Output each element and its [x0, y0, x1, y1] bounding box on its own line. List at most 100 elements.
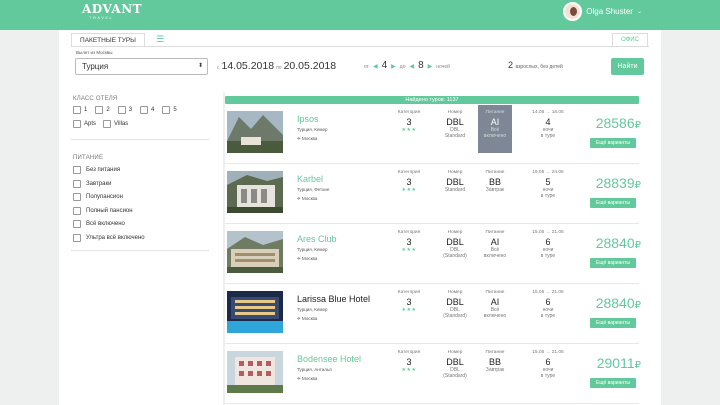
menu-icon[interactable]: ☰: [149, 33, 171, 47]
price: 28839₽: [585, 175, 641, 191]
tourists-selector[interactable]: 2 взрослых, без детей: [508, 60, 563, 70]
more-options-button[interactable]: Ещё варианты: [590, 138, 636, 148]
food-filter[interactable]: Ультра всё включено: [73, 233, 145, 243]
food-column[interactable]: Питание AI Всё включено: [478, 230, 512, 259]
checkbox[interactable]: [95, 106, 104, 114]
food-column[interactable]: Питание BB Завтрак: [478, 170, 512, 193]
more-options-button[interactable]: Ещё варианты: [590, 198, 636, 208]
food-column[interactable]: Питание AI Всё включено: [478, 105, 512, 153]
checkbox[interactable]: [73, 106, 81, 114]
more-options-button[interactable]: Ещё варианты: [590, 318, 636, 328]
tab-office[interactable]: ОФИС: [612, 33, 648, 47]
nights-from-increase-icon[interactable]: ▶: [391, 63, 396, 70]
price-value: 28840: [595, 295, 635, 311]
food-filter[interactable]: Без питания: [73, 166, 145, 175]
price: 28586₽: [585, 115, 641, 131]
star-filter-4[interactable]: 4: [140, 106, 154, 114]
nights-label: в туре: [540, 193, 556, 199]
food-column[interactable]: Питание BB Завтрак: [478, 350, 512, 373]
checkbox[interactable]: [73, 206, 81, 215]
hotel-location: Турция, Кемер: [297, 127, 328, 132]
checkbox[interactable]: [73, 166, 81, 175]
departure-city: ✈ Москва: [297, 376, 318, 381]
avatar[interactable]: [563, 1, 583, 21]
nights-to-decrease-icon[interactable]: ◀: [409, 63, 414, 70]
date-to[interactable]: 20.05.2018: [284, 60, 337, 72]
star-filter-5[interactable]: 5: [162, 106, 177, 114]
hotel-row: Ares Club Турция, Кемер ✈ Москва Категор…: [225, 224, 641, 284]
category-column: Категория 3 ★★★: [391, 290, 427, 313]
checkbox[interactable]: [73, 179, 81, 188]
food-filter[interactable]: Полупансион: [73, 193, 145, 202]
user-menu[interactable]: Olga Shuster ⌄: [563, 1, 642, 21]
more-options-button[interactable]: Ещё варианты: [590, 258, 636, 268]
star-filter-3[interactable]: 3: [117, 106, 133, 114]
price: 28840₽: [585, 235, 641, 251]
checkbox[interactable]: [103, 120, 112, 128]
food-filter[interactable]: Всё включено: [73, 220, 145, 229]
category-label: Категория: [397, 110, 421, 115]
nights-from-prefix: от: [364, 64, 369, 70]
hotel-photo[interactable]: [227, 291, 283, 333]
chevron-down-icon[interactable]: ⌄: [637, 8, 642, 15]
hotel-name-link[interactable]: Ipsos: [297, 114, 319, 124]
hotel-name-link[interactable]: Larissa Blue Hotel: [297, 294, 370, 304]
logo[interactable]: ADVANT: [82, 3, 142, 15]
tour-dates: 14.05 → 18.05: [532, 110, 564, 115]
checkbox[interactable]: [117, 106, 126, 114]
nights-column: 14.05 → 18.05 4 ночи в туре: [529, 110, 567, 139]
room-sub: Standard: [444, 187, 466, 193]
type-filter-apts[interactable]: Apts: [73, 120, 96, 128]
food-sub: Завтрак: [485, 187, 505, 193]
country-select[interactable]: Турция ⬍: [75, 58, 208, 75]
checkbox[interactable]: [73, 220, 81, 229]
nights-suffix: ночей: [436, 64, 450, 70]
tourists-count: 2: [508, 60, 514, 70]
star-filter-1[interactable]: 1: [73, 106, 87, 114]
hotel-photo[interactable]: [227, 231, 283, 273]
type-filter-villas[interactable]: Villas: [103, 120, 128, 128]
room-sub: (Standard): [443, 373, 467, 379]
hotel-row: Ipsos Турция, Кемер ✈ Москва Категория 3…: [225, 104, 641, 164]
hotel-name-link[interactable]: Karbel: [297, 174, 323, 184]
nights-column: 19.05 → 24.05 5 ночи в туре: [529, 170, 567, 199]
food-title: ПИТАНИЕ: [73, 155, 104, 161]
find-button[interactable]: Найти: [611, 58, 644, 75]
category-value: 3: [406, 237, 412, 247]
hotel-photo[interactable]: [227, 351, 283, 393]
star-filter-2[interactable]: 2: [95, 106, 110, 114]
food-filter[interactable]: Полный пансион: [73, 206, 145, 216]
room-column: Номер DBL DBL (Standard): [435, 290, 475, 319]
checkbox[interactable]: [73, 120, 81, 128]
hotel-photo[interactable]: [227, 111, 283, 153]
checkbox[interactable]: [73, 233, 81, 242]
more-options-button[interactable]: Ещё варианты: [590, 378, 636, 388]
nights-from-decrease-icon[interactable]: ◀: [373, 63, 378, 70]
date-from[interactable]: 14.05.2018: [222, 60, 275, 72]
checkbox[interactable]: [140, 106, 149, 114]
nights-label: в туре: [540, 253, 556, 259]
tab-package-tours[interactable]: ПАКЕТНЫЕ ТУРЫ: [71, 33, 145, 47]
food-value: AI: [490, 117, 500, 127]
date-range[interactable]: с 14.05.2018 по 20.05.2018: [217, 60, 336, 72]
star-label: 3: [128, 107, 133, 113]
food-label: Полный пансион: [86, 207, 133, 214]
type-label: Villas: [114, 121, 129, 127]
checkbox[interactable]: [73, 193, 81, 202]
hotel-class-title: КЛАСС ОТЕЛЯ: [73, 96, 118, 102]
category-label: Категория: [397, 170, 421, 175]
user-name[interactable]: Olga Shuster: [586, 7, 633, 16]
hotel-photo[interactable]: [227, 171, 283, 213]
food-filter[interactable]: Завтраки: [73, 179, 145, 189]
nights-to-increase-icon[interactable]: ▶: [428, 63, 433, 70]
ruble-icon: ₽: [634, 240, 641, 251]
hotel-location: Турция, Анталья: [297, 367, 332, 372]
room-column: Номер DBL DBL Standard: [435, 110, 475, 139]
hotel-location: Турция, Фетхие: [297, 187, 330, 192]
checkbox[interactable]: [162, 106, 171, 114]
hotel-name-link[interactable]: Bodensee Hotel: [297, 354, 361, 364]
food-label: Питание: [485, 110, 505, 115]
hotel-name-link[interactable]: Ares Club: [297, 234, 337, 244]
departure-city: ✈ Москва: [297, 316, 318, 321]
food-column[interactable]: Питание AI Всё включено: [478, 290, 512, 319]
